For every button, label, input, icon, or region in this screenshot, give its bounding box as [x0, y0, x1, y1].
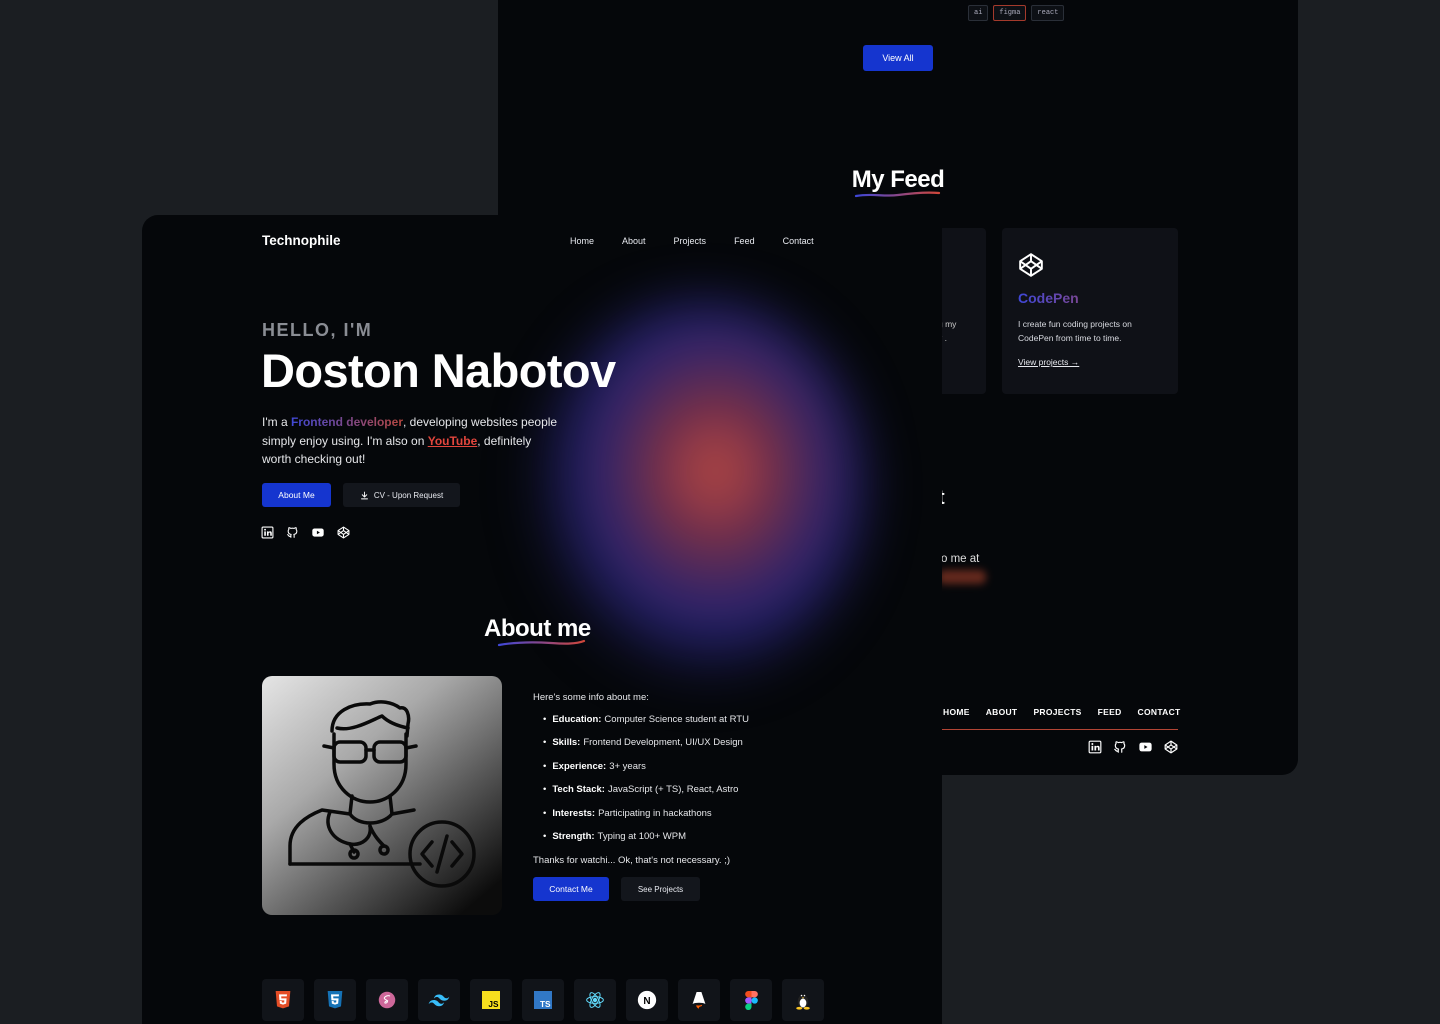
codepen-title: CodePen [1018, 290, 1162, 306]
item-value: Frontend Development, UI/UX Design [583, 737, 743, 749]
title-underline [854, 191, 941, 198]
about-me-button[interactable]: About Me [262, 483, 331, 507]
hero-intro: I'm a Frontend developer, developing web… [262, 413, 562, 469]
cv-button-label: CV - Upon Request [373, 490, 444, 500]
item-label: Interests: [552, 807, 596, 819]
contact-me-button[interactable]: Contact Me [533, 877, 609, 901]
tag[interactable]: figma [993, 5, 1027, 21]
hero-social-links [261, 526, 350, 539]
react-icon [574, 979, 616, 1021]
hero-greeting: HELLO, I'M [262, 320, 373, 340]
codepen-description: I create fun coding projects on CodePen … [1018, 319, 1132, 343]
footer-link-home[interactable]: HOME [943, 707, 970, 717]
list-item: Experience:3+ years [543, 761, 749, 784]
list-item: Interests:Participating in hackathons [543, 808, 749, 831]
youtube-link[interactable]: YouTube [428, 434, 478, 448]
feed-title: My Feed [851, 166, 945, 193]
codepen-icon [1019, 253, 1043, 277]
item-label: Experience: [552, 760, 607, 772]
github-icon[interactable] [286, 526, 299, 539]
footer-social-links [1088, 740, 1178, 754]
nav-feed[interactable]: Feed [734, 236, 755, 246]
footer-link-projects[interactable]: PROJECTS [1033, 707, 1081, 717]
item-label: Strength: [552, 830, 595, 842]
view-all-button[interactable]: View All [863, 45, 933, 71]
item-label: Tech Stack: [552, 784, 605, 796]
main-nav: Home About Projects Feed Contact [570, 236, 814, 246]
portfolio-window: Technophile Home About Projects Feed Con… [142, 215, 942, 1024]
footer-nav: HOME ABOUT PROJECTS FEED CONTACT [943, 707, 1181, 717]
brand-logo[interactable]: Technophile [262, 233, 341, 248]
item-value: Computer Science student at RTU [604, 714, 749, 725]
tag[interactable]: react [1031, 5, 1065, 21]
footer-link-about[interactable]: ABOUT [986, 707, 1018, 717]
linkedin-icon[interactable] [1088, 740, 1102, 754]
javascript-icon: JS [470, 979, 512, 1021]
typescript-icon-label: TS [540, 1000, 551, 1009]
view-projects-link[interactable]: View projects → [1018, 357, 1079, 367]
css3-icon [314, 979, 356, 1021]
contact-text-fragment: o me at [941, 553, 980, 565]
nextjs-icon: N [626, 979, 668, 1021]
typescript-icon: TS [522, 979, 564, 1021]
list-item: Tech Stack:JavaScript (+ TS), React, Ast… [543, 784, 749, 807]
astro-icon [678, 979, 720, 1021]
linux-icon [782, 979, 824, 1021]
footer-link-contact[interactable]: CONTACT [1138, 707, 1181, 717]
footer-link-feed[interactable]: FEED [1098, 707, 1122, 717]
list-item: Education:Computer Science student at RT… [543, 714, 749, 737]
list-item: Skills:Frontend Development, UI/UX Desig… [543, 737, 749, 760]
codepen-icon[interactable] [1164, 740, 1178, 754]
about-intro: Here's some info about me: [533, 692, 649, 703]
nav-projects[interactable]: Projects [674, 236, 707, 246]
nav-home[interactable]: Home [570, 236, 594, 246]
javascript-icon-label: JS [488, 1000, 499, 1009]
list-item: Strength:Typing at 100+ WPM [543, 831, 749, 854]
blurred-email [938, 570, 986, 584]
item-label: Education: [552, 714, 602, 725]
item-label: Skills: [552, 737, 581, 749]
tag[interactable]: ai [968, 5, 989, 21]
youtube-icon[interactable] [311, 526, 325, 539]
title-underline [497, 639, 586, 647]
developer-avatar-icon [288, 700, 476, 888]
item-value: JavaScript (+ TS), React, Astro [607, 784, 739, 796]
codepen-icon[interactable] [337, 526, 350, 539]
codepen-card: CodePen I create fun coding projects on … [1002, 228, 1178, 394]
about-thanks: Thanks for watchi... Ok, that's not nece… [533, 855, 730, 866]
tech-stack-row: JS TS N [262, 979, 824, 1021]
about-list: Education:Computer Science student at RT… [543, 714, 749, 854]
cv-button[interactable]: CV - Upon Request [343, 483, 460, 507]
nav-about[interactable]: About [622, 236, 646, 246]
avatar [262, 676, 502, 915]
hero-name: Doston Nabotov [261, 344, 616, 397]
role-highlight: Frontend developer [290, 415, 403, 429]
item-value: Participating in hackathons [598, 807, 712, 819]
figma-icon [730, 979, 772, 1021]
html5-icon [262, 979, 304, 1021]
download-icon [360, 491, 368, 499]
nextjs-icon-label: N [643, 996, 650, 1007]
sass-icon [366, 979, 408, 1021]
see-projects-button[interactable]: See Projects [621, 877, 700, 901]
tailwind-icon [418, 979, 460, 1021]
footer-divider [941, 729, 1178, 730]
project-tags: ai figma react [968, 5, 1065, 21]
nav-contact[interactable]: Contact [783, 236, 814, 246]
github-icon[interactable] [1113, 740, 1127, 754]
youtube-icon[interactable] [1138, 740, 1153, 754]
intro-text: I'm a [262, 415, 291, 429]
item-value: 3+ years [609, 760, 646, 772]
item-value: Typing at 100+ WPM [597, 830, 686, 842]
linkedin-icon[interactable] [261, 526, 274, 539]
